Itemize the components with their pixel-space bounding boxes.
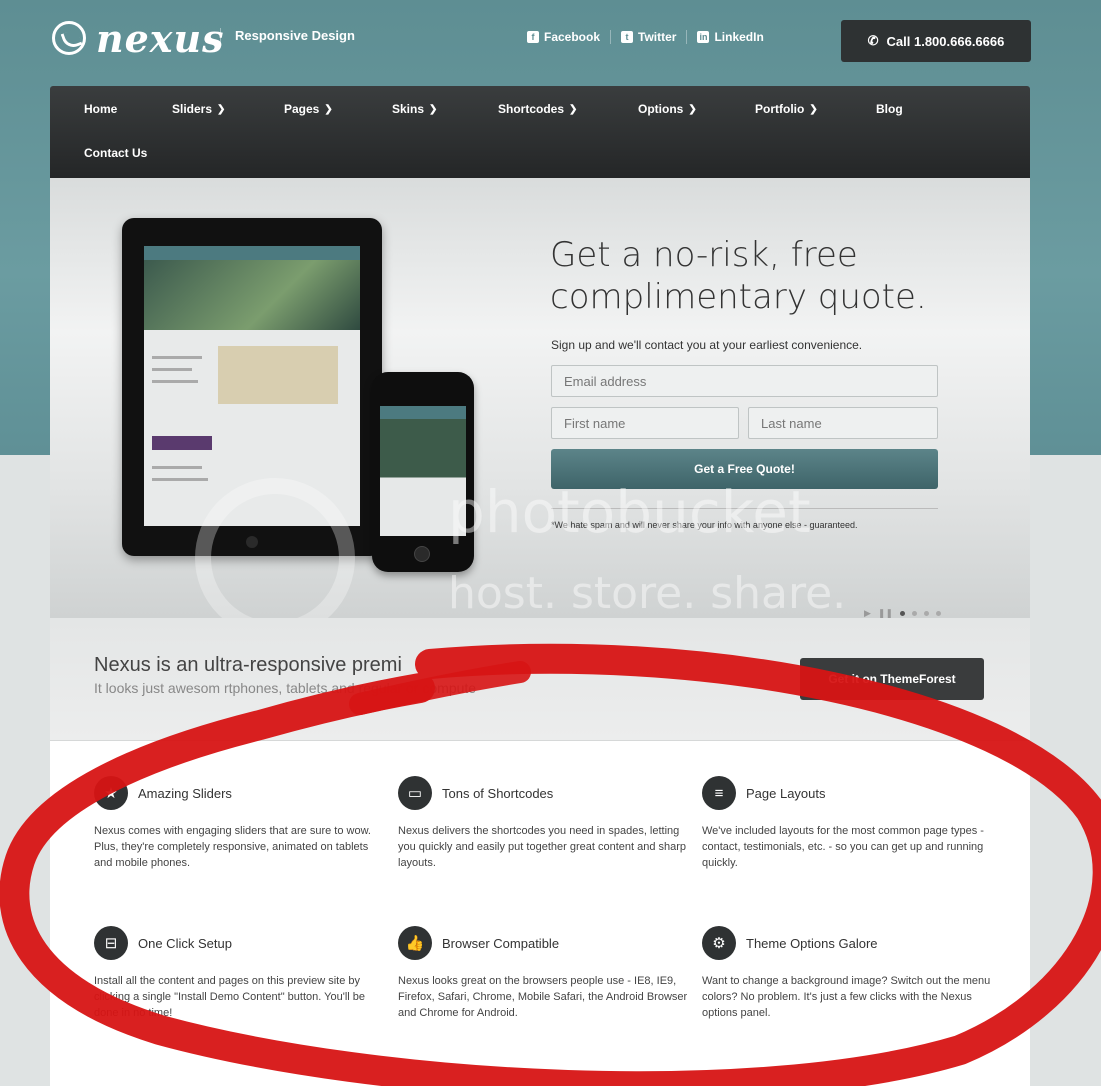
hero-title-line-2: complimentary quote. bbox=[550, 277, 927, 317]
nav-blog[interactable]: Blog bbox=[876, 102, 903, 116]
linkedin-label: LinkedIn bbox=[714, 30, 764, 44]
nav-sliders[interactable]: Sliders ❯ bbox=[172, 102, 225, 116]
email-placeholder: Email address bbox=[564, 373, 647, 389]
gear-icon: ⚙ bbox=[702, 926, 736, 960]
first-name-field[interactable]: First name bbox=[551, 407, 739, 439]
pause-icon[interactable]: ❚❚ bbox=[878, 608, 893, 618]
hero-title: Get a no-risk, free complimentary quote. bbox=[550, 234, 970, 318]
feature-title[interactable]: Theme Options Galore bbox=[746, 936, 878, 951]
social-links: f Facebook t Twitter in LinkedIn bbox=[527, 30, 774, 44]
feature-page-layouts: ≡ Page Layouts We've included layouts fo… bbox=[702, 775, 992, 871]
chevron-down-icon: ❯ bbox=[324, 103, 333, 115]
nav-contact-label: Contact Us bbox=[84, 146, 148, 160]
linkedin-link[interactable]: in LinkedIn bbox=[687, 30, 773, 44]
promo-banner: Nexus is an ultra-responsive premi It lo… bbox=[50, 618, 1030, 740]
site-tagline: Responsive Design bbox=[220, 28, 355, 43]
phone-icon: ✆ bbox=[867, 33, 879, 48]
chevron-down-icon: ❯ bbox=[569, 103, 578, 115]
email-field[interactable]: Email address bbox=[551, 365, 938, 397]
feature-amazing-sliders: ★ Amazing Sliders Nexus comes with engag… bbox=[94, 775, 384, 871]
nav-portfolio[interactable]: Portfolio ❯ bbox=[755, 102, 818, 116]
phone-mockup-image bbox=[372, 372, 474, 572]
first-name-placeholder: First name bbox=[564, 415, 626, 431]
feature-description: Nexus delivers the shortcodes you need i… bbox=[398, 825, 687, 869]
feature-description: Want to change a background image? Switc… bbox=[702, 975, 991, 1019]
feature-description: Install all the content and pages on thi… bbox=[94, 975, 366, 1019]
feature-title[interactable]: Tons of Shortcodes bbox=[442, 786, 553, 801]
slider-dot[interactable] bbox=[924, 611, 930, 616]
chevron-down-icon: ❯ bbox=[809, 103, 818, 115]
slider-dot[interactable] bbox=[912, 611, 918, 616]
hero-subtitle: Sign up and we'll contact you at your ea… bbox=[551, 338, 863, 352]
feature-title[interactable]: Amazing Sliders bbox=[138, 786, 232, 801]
features-section: ★ Amazing Sliders Nexus comes with engag… bbox=[50, 740, 1030, 1086]
nav-home[interactable]: Home bbox=[84, 102, 117, 116]
linkedin-icon: in bbox=[697, 31, 710, 43]
nav-shortcodes[interactable]: Shortcodes ❯ bbox=[498, 102, 577, 116]
nav-options[interactable]: Options ❯ bbox=[638, 102, 697, 116]
nav-skins-label: Skins bbox=[392, 102, 425, 116]
promo-subline: It looks just awesom rtphones, tablets a… bbox=[94, 680, 477, 696]
nav-pages-label: Pages bbox=[284, 102, 320, 116]
hero-title-line-1: Get a no-risk, free bbox=[550, 235, 858, 275]
feature-tons-of-shortcodes: ▭ Tons of Shortcodes Nexus delivers the … bbox=[398, 775, 688, 871]
nav-home-label: Home bbox=[84, 102, 118, 116]
phone-screen bbox=[380, 406, 466, 536]
logo-text: nexus bbox=[96, 15, 225, 61]
nav-shortcodes-label: Shortcodes bbox=[498, 102, 565, 116]
feature-title[interactable]: Page Layouts bbox=[746, 786, 826, 801]
get-free-quote-button[interactable]: Get a Free Quote! bbox=[551, 449, 938, 489]
call-button[interactable]: ✆ Call 1.800.666.6666 bbox=[841, 20, 1031, 62]
nav-options-label: Options bbox=[638, 102, 684, 116]
themeforest-button[interactable]: Get it on ThemeForest bbox=[800, 658, 984, 700]
feature-title[interactable]: One Click Setup bbox=[138, 936, 232, 951]
star-icon: ★ bbox=[94, 776, 128, 810]
nav-contact-us[interactable]: Contact Us bbox=[84, 146, 147, 160]
feature-title[interactable]: Browser Compatible bbox=[442, 936, 559, 951]
form-divider bbox=[551, 508, 938, 509]
main-navigation: Home Sliders ❯ Pages ❯ Skins ❯ Shortcode… bbox=[50, 86, 1030, 178]
thumbs-up-icon: 👍 bbox=[398, 926, 432, 960]
twitter-link[interactable]: t Twitter bbox=[611, 30, 688, 44]
feature-theme-options-galore: ⚙ Theme Options Galore Want to change a … bbox=[702, 925, 992, 1021]
feature-one-click-setup: ⊟ One Click Setup Install all the conten… bbox=[94, 925, 384, 1021]
feature-description: We've included layouts for the most comm… bbox=[702, 825, 984, 869]
site-logo[interactable]: nexus bbox=[52, 15, 225, 61]
inbox-icon: ⊟ bbox=[94, 926, 128, 960]
document-icon: ≡ bbox=[702, 776, 736, 810]
chevron-down-icon: ❯ bbox=[688, 103, 697, 115]
last-name-placeholder: Last name bbox=[761, 415, 822, 431]
spam-disclaimer: *We hate spam and will never share your … bbox=[551, 520, 858, 530]
facebook-icon: f bbox=[527, 31, 539, 43]
leaf-logo-icon bbox=[52, 21, 86, 55]
chevron-down-icon: ❯ bbox=[217, 103, 226, 115]
play-icon[interactable]: ▶ bbox=[864, 608, 871, 618]
nav-sliders-label: Sliders bbox=[172, 102, 213, 116]
slider-controls: ▶ ❚❚ bbox=[864, 608, 942, 618]
twitter-icon: t bbox=[621, 31, 634, 43]
nav-portfolio-label: Portfolio bbox=[755, 102, 805, 116]
slider-dot[interactable] bbox=[936, 611, 942, 616]
feature-browser-compatible: 👍 Browser Compatible Nexus looks great o… bbox=[398, 925, 688, 1021]
feature-description: Nexus looks great on the browsers people… bbox=[398, 975, 688, 1019]
nav-skins[interactable]: Skins ❯ bbox=[392, 102, 437, 116]
nav-blog-label: Blog bbox=[876, 102, 903, 116]
slider-dot[interactable] bbox=[900, 611, 906, 616]
chevron-down-icon: ❯ bbox=[429, 103, 438, 115]
nav-pages[interactable]: Pages ❯ bbox=[284, 102, 333, 116]
call-label: Call 1.800.666.6666 bbox=[886, 33, 1005, 49]
feature-description: Nexus comes with engaging sliders that a… bbox=[94, 825, 371, 869]
phone-home-button bbox=[414, 546, 430, 562]
last-name-field[interactable]: Last name bbox=[748, 407, 938, 439]
facebook-link[interactable]: f Facebook bbox=[527, 30, 612, 44]
facebook-label: Facebook bbox=[544, 30, 601, 44]
watermark-ring bbox=[195, 478, 355, 638]
twitter-label: Twitter bbox=[638, 30, 677, 44]
promo-headline: Nexus is an ultra-responsive premi bbox=[94, 654, 402, 676]
box-icon: ▭ bbox=[398, 776, 432, 810]
